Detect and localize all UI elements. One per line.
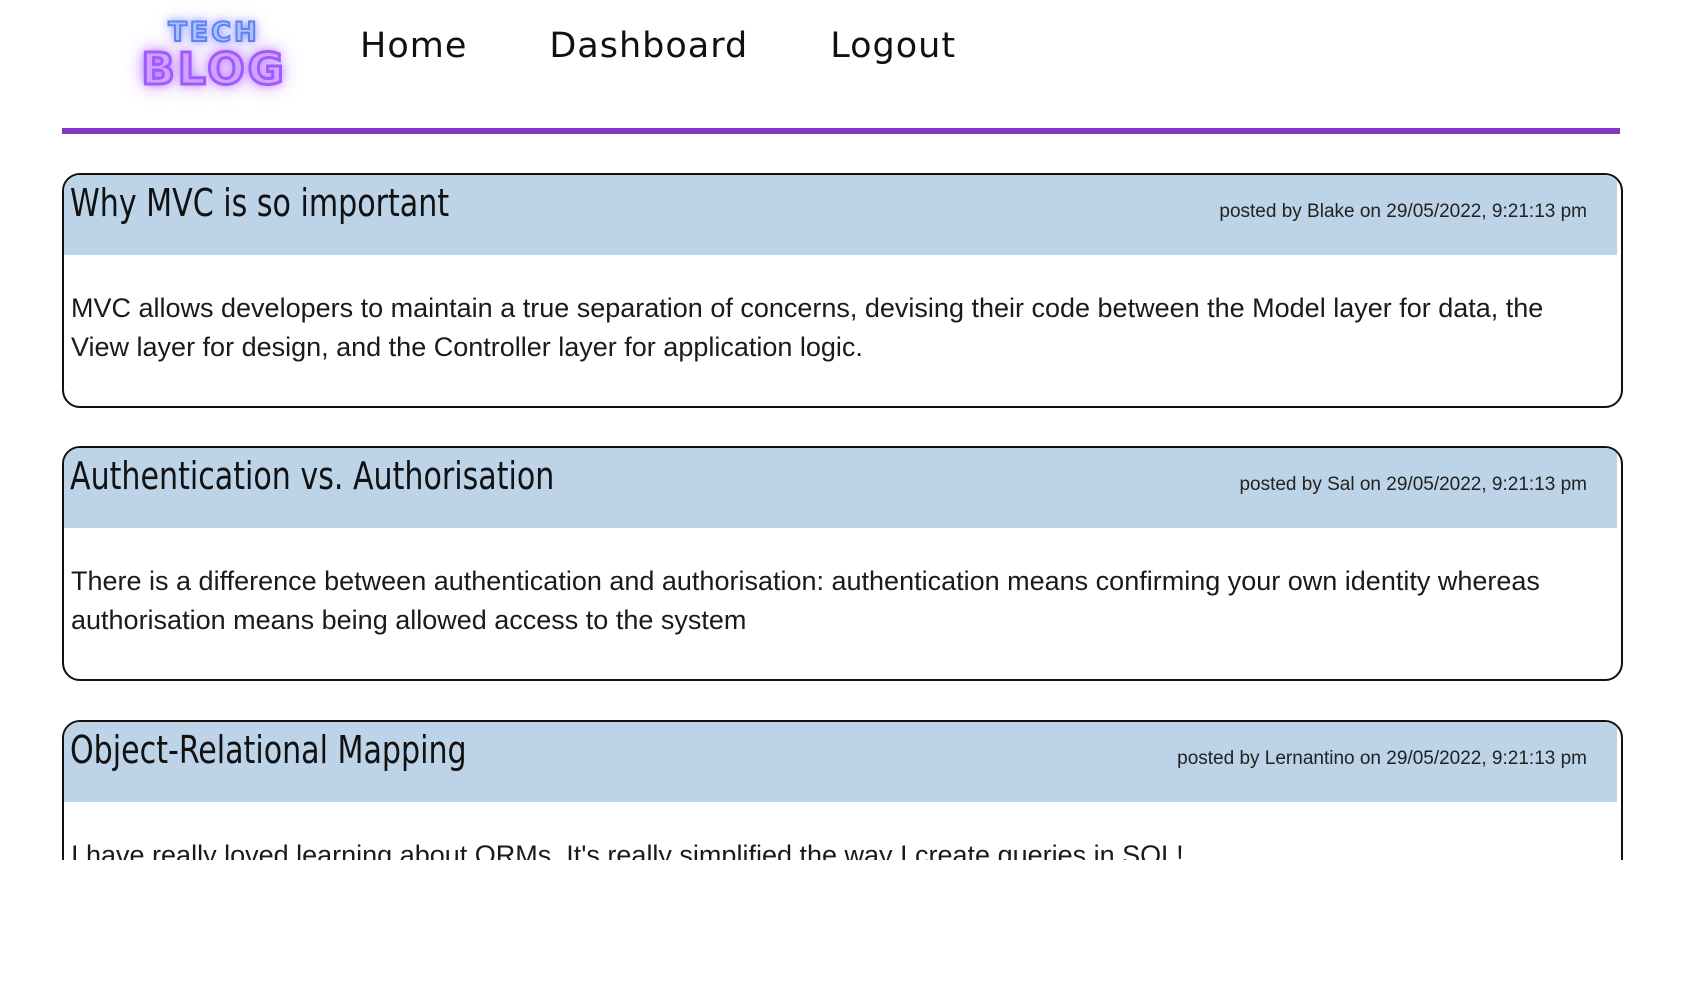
main-nav: Home Dashboard Logout: [360, 26, 956, 74]
post-body: MVC allows developers to maintain a true…: [71, 293, 1544, 362]
post-body: I have really loved learning about ORMs.…: [71, 840, 1184, 860]
post-card[interactable]: Authentication vs. Authorisation posted …: [62, 446, 1623, 681]
post-card[interactable]: Object-Relational Mapping posted by Lern…: [62, 720, 1623, 860]
post-meta: posted by Lernantino on 29/05/2022, 9:21…: [1177, 748, 1587, 769]
post-header: Authentication vs. Authorisation posted …: [64, 448, 1617, 528]
post-meta: posted by Blake on 29/05/2022, 9:21:13 p…: [1219, 201, 1587, 222]
post-header: Object-Relational Mapping posted by Lern…: [64, 722, 1617, 802]
post-title[interactable]: Object-Relational Mapping: [70, 728, 467, 772]
nav-home-link[interactable]: Home: [360, 26, 467, 74]
site-logo[interactable]: TECH BLOG: [130, 17, 298, 108]
post-meta: posted by Sal on 29/05/2022, 9:21:13 pm: [1239, 474, 1587, 495]
logo-text-blog: BLOG: [140, 44, 287, 95]
nav-dashboard-link[interactable]: Dashboard: [549, 26, 748, 74]
post-title[interactable]: Authentication vs. Authorisation: [70, 454, 554, 498]
page-viewport: TECH BLOG Home Dashboard Logout Why MVC …: [0, 0, 1682, 860]
post-title[interactable]: Why MVC is so important: [70, 181, 449, 225]
post-card[interactable]: Why MVC is so important posted by Blake …: [62, 173, 1623, 408]
site-header: TECH BLOG Home Dashboard Logout: [62, 0, 1620, 134]
post-header: Why MVC is so important posted by Blake …: [64, 175, 1617, 255]
post-body: There is a difference between authentica…: [71, 566, 1540, 635]
nav-logout-link[interactable]: Logout: [830, 26, 956, 74]
